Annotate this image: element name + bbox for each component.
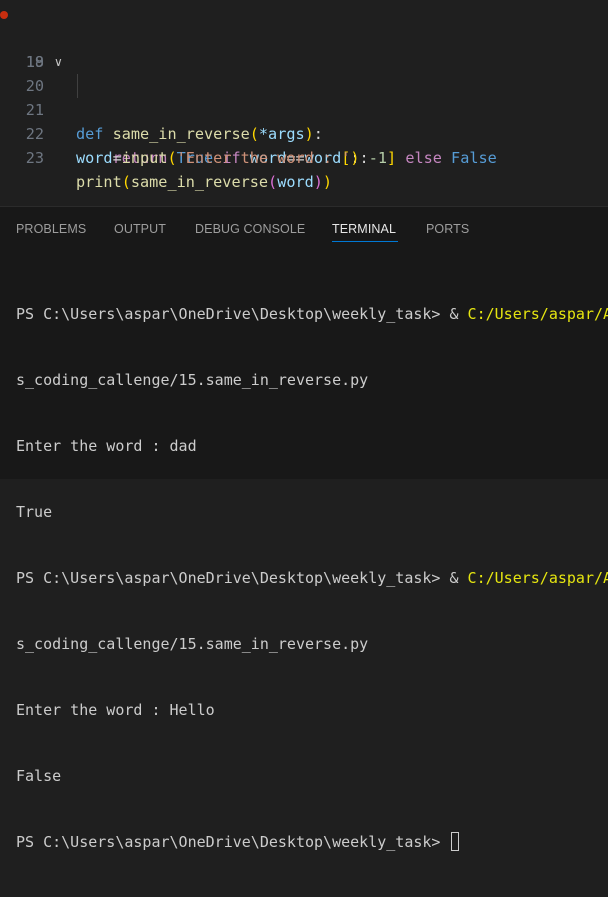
code-line-23: 23 print(same_in_reverse(word)) bbox=[0, 122, 608, 191]
terminal-line: s_coding_callenge/15.same_in_reverse.py bbox=[16, 371, 369, 389]
terminal-prompt-line[interactable]: PS C:\Users\aspar\OneDrive\Desktop\weekl… bbox=[16, 831, 608, 853]
code-text[interactable]: word=input('Enter the word : ') bbox=[76, 146, 360, 170]
tab-debug-console[interactable]: DEBUG CONSOLE bbox=[195, 222, 305, 236]
terminal-line: True bbox=[16, 503, 53, 521]
terminal-line: False bbox=[16, 767, 62, 785]
breakpoint-dot-icon[interactable] bbox=[0, 11, 8, 19]
terminal-output[interactable]: PS C:\Users\aspar\OneDrive\Desktop\weekl… bbox=[16, 259, 608, 897]
tab-output[interactable]: OUTPUT bbox=[114, 222, 166, 236]
line-number: 23 bbox=[25, 149, 44, 167]
bottom-panel: PROBLEMS OUTPUT DEBUG CONSOLE TERMINAL P… bbox=[0, 206, 608, 851]
terminal-line: Enter the word : dad bbox=[16, 437, 197, 455]
code-line-20: 20 ∨ def same_in_reverse(*args): bbox=[0, 50, 608, 143]
code-text[interactable]: print(same_in_reverse(word)) bbox=[76, 170, 332, 194]
code-line-18: 18 bbox=[0, 2, 608, 71]
terminal-line: PS C:\Users\aspar\OneDrive\Desktop\weekl… bbox=[16, 305, 608, 323]
terminal-line: Enter the word : Hello bbox=[16, 701, 215, 719]
code-line-21: 21 return True if word==word[::-1] else … bbox=[0, 74, 608, 167]
code-editor[interactable]: 18 19 20 ∨ def same_in_reverse(*args): 2… bbox=[0, 0, 608, 206]
tab-ports[interactable]: PORTS bbox=[426, 222, 469, 236]
tab-problems[interactable]: PROBLEMS bbox=[16, 222, 86, 236]
terminal-line: s_coding_callenge/15.same_in_reverse.py bbox=[16, 635, 369, 653]
panel-tab-bar: PROBLEMS OUTPUT DEBUG CONSOLE TERMINAL P… bbox=[0, 207, 608, 253]
active-tab-indicator bbox=[332, 241, 398, 242]
terminal-line: PS C:\Users\aspar\OneDrive\Desktop\weekl… bbox=[16, 569, 608, 587]
fold-chevron-down-icon[interactable]: ∨ bbox=[54, 50, 63, 74]
indent-guide bbox=[77, 74, 78, 98]
tab-terminal[interactable]: TERMINAL bbox=[332, 222, 396, 236]
code-line-22: 22 word=input('Enter the word : ') bbox=[0, 98, 608, 167]
code-line-19: 19 bbox=[0, 26, 608, 71]
terminal-cursor bbox=[451, 832, 460, 851]
